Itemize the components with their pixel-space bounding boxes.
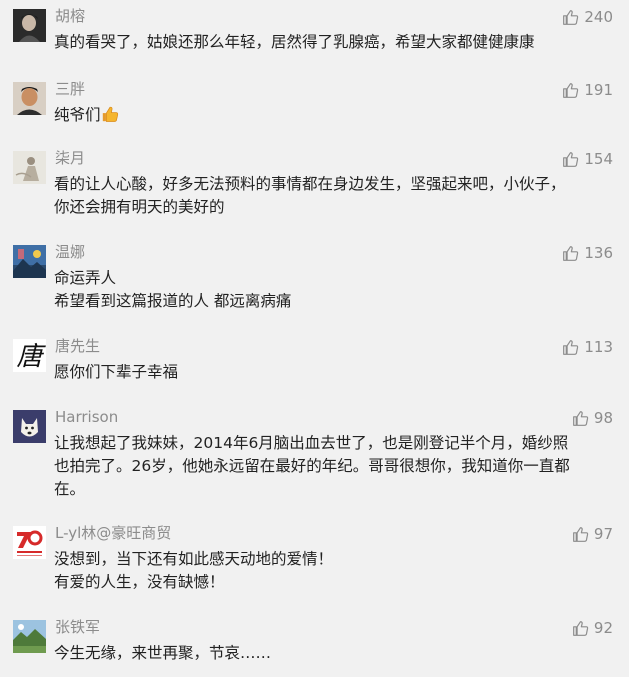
figure-avatar-icon[interactable]	[13, 151, 46, 184]
comment-line: 也拍完了。26岁，他她永远留在最好的年纪。哥哥很想你，我知道你一直都	[54, 457, 570, 475]
comment-text: 纯爷们	[54, 104, 614, 127]
landscape-avatar-icon[interactable]	[13, 245, 46, 278]
like-button[interactable]: 136	[562, 243, 613, 263]
comment-line: 愿你们下辈子幸福	[54, 363, 179, 381]
comment-line: 你还会拥有明天的美好的	[54, 198, 225, 216]
avatar-calligraphy-text: 唐	[16, 342, 46, 372]
scenery-avatar-icon[interactable]	[13, 620, 46, 653]
like-button[interactable]: 154	[562, 149, 613, 169]
comment-text: 今生无缘，来世再聚，节哀……	[54, 642, 614, 665]
comment-text: 真的看哭了，姑娘还那么年轻，居然得了乳腺癌，希望大家都健健康康	[54, 31, 614, 54]
like-button[interactable]: 97	[572, 524, 613, 544]
comment-line-wrap: 纯爷们	[54, 104, 614, 127]
comment-line: 在。	[54, 480, 86, 498]
comment-text: 命运弄人 希望看到这篇报道的人 都远离病痛	[54, 267, 614, 313]
comment-username[interactable]: 唐先生	[55, 336, 100, 356]
like-button[interactable]: 191	[562, 80, 613, 100]
comment-text: 看的让人心酸，好多无法预料的事情都在身边发生，坚强起来吧，小伙子， 你还会拥有明…	[54, 173, 614, 219]
comment-line: 看的让人心酸，好多无法预料的事情都在身边发生，坚强起来吧，小伙子，	[54, 175, 566, 193]
like-button[interactable]: 240	[562, 7, 613, 27]
dog-avatar-icon[interactable]	[13, 410, 46, 443]
like-count: 98	[593, 409, 613, 427]
calligraphy-avatar-icon[interactable]: 唐	[13, 339, 46, 372]
like-count: 154	[584, 150, 613, 168]
like-count: 240	[584, 8, 613, 26]
like-count: 92	[593, 619, 613, 637]
comment-username[interactable]: Harrison	[55, 407, 118, 427]
comment-text: 愿你们下辈子幸福	[54, 361, 614, 384]
comment-username[interactable]: 胡榕	[55, 6, 85, 26]
comment-list: 胡榕 240 真的看哭了，姑娘还那么年轻，居然得了乳腺癌，希望大家都健健康康 三…	[0, 0, 629, 677]
like-count: 191	[584, 81, 613, 99]
thumbs-up-icon	[572, 410, 589, 427]
comment-text: 让我想起了我妹妹，2014年6月脑出血去世了，也是刚登记半个月，婚纱照 也拍完了…	[54, 432, 614, 501]
like-count: 113	[584, 338, 613, 356]
logo-avatar-icon[interactable]	[13, 526, 46, 559]
comment-line: 希望看到这篇报道的人 都远离病痛	[54, 292, 292, 310]
comment-line: 有爱的人生，没有缺憾！	[54, 573, 225, 591]
thumbs-up-icon	[562, 245, 579, 262]
like-button[interactable]: 113	[562, 337, 613, 357]
portrait-avatar-icon[interactable]	[13, 9, 46, 42]
thumbs-up-icon	[562, 151, 579, 168]
comment-text: 没想到，当下还有如此感天动地的爱情！ 有爱的人生，没有缺憾！	[54, 548, 614, 594]
thumbs-up-icon	[562, 82, 579, 99]
comment-line: 让我想起了我妹妹，2014年6月脑出血去世了，也是刚登记半个月，婚纱照	[54, 434, 569, 452]
like-button[interactable]: 92	[572, 618, 613, 638]
thumbs-up-emoji-icon	[101, 106, 119, 124]
portrait-avatar-icon[interactable]	[13, 82, 46, 115]
comment-username[interactable]: 柒月	[55, 148, 85, 168]
comment-line: 命运弄人	[54, 269, 117, 287]
comment-line: 今生无缘，来世再聚，节哀……	[54, 644, 272, 662]
thumbs-up-icon	[562, 339, 579, 356]
comment-username[interactable]: 张铁军	[55, 617, 100, 637]
comment-line: 纯爷们	[54, 106, 101, 124]
comment-line: 真的看哭了，姑娘还那么年轻，居然得了乳腺癌，希望大家都健健康康	[54, 33, 535, 51]
thumbs-up-icon	[572, 526, 589, 543]
comment-username[interactable]: L-yl林@豪旺商贸	[55, 523, 171, 543]
like-count: 97	[593, 525, 613, 543]
like-button[interactable]: 98	[572, 408, 613, 428]
comment-username[interactable]: 三胖	[55, 79, 85, 99]
comment-line: 没想到，当下还有如此感天动地的爱情！	[54, 550, 334, 568]
thumbs-up-icon	[562, 9, 579, 26]
like-count: 136	[584, 244, 613, 262]
comment-username[interactable]: 温娜	[55, 242, 85, 262]
thumbs-up-icon	[572, 620, 589, 637]
